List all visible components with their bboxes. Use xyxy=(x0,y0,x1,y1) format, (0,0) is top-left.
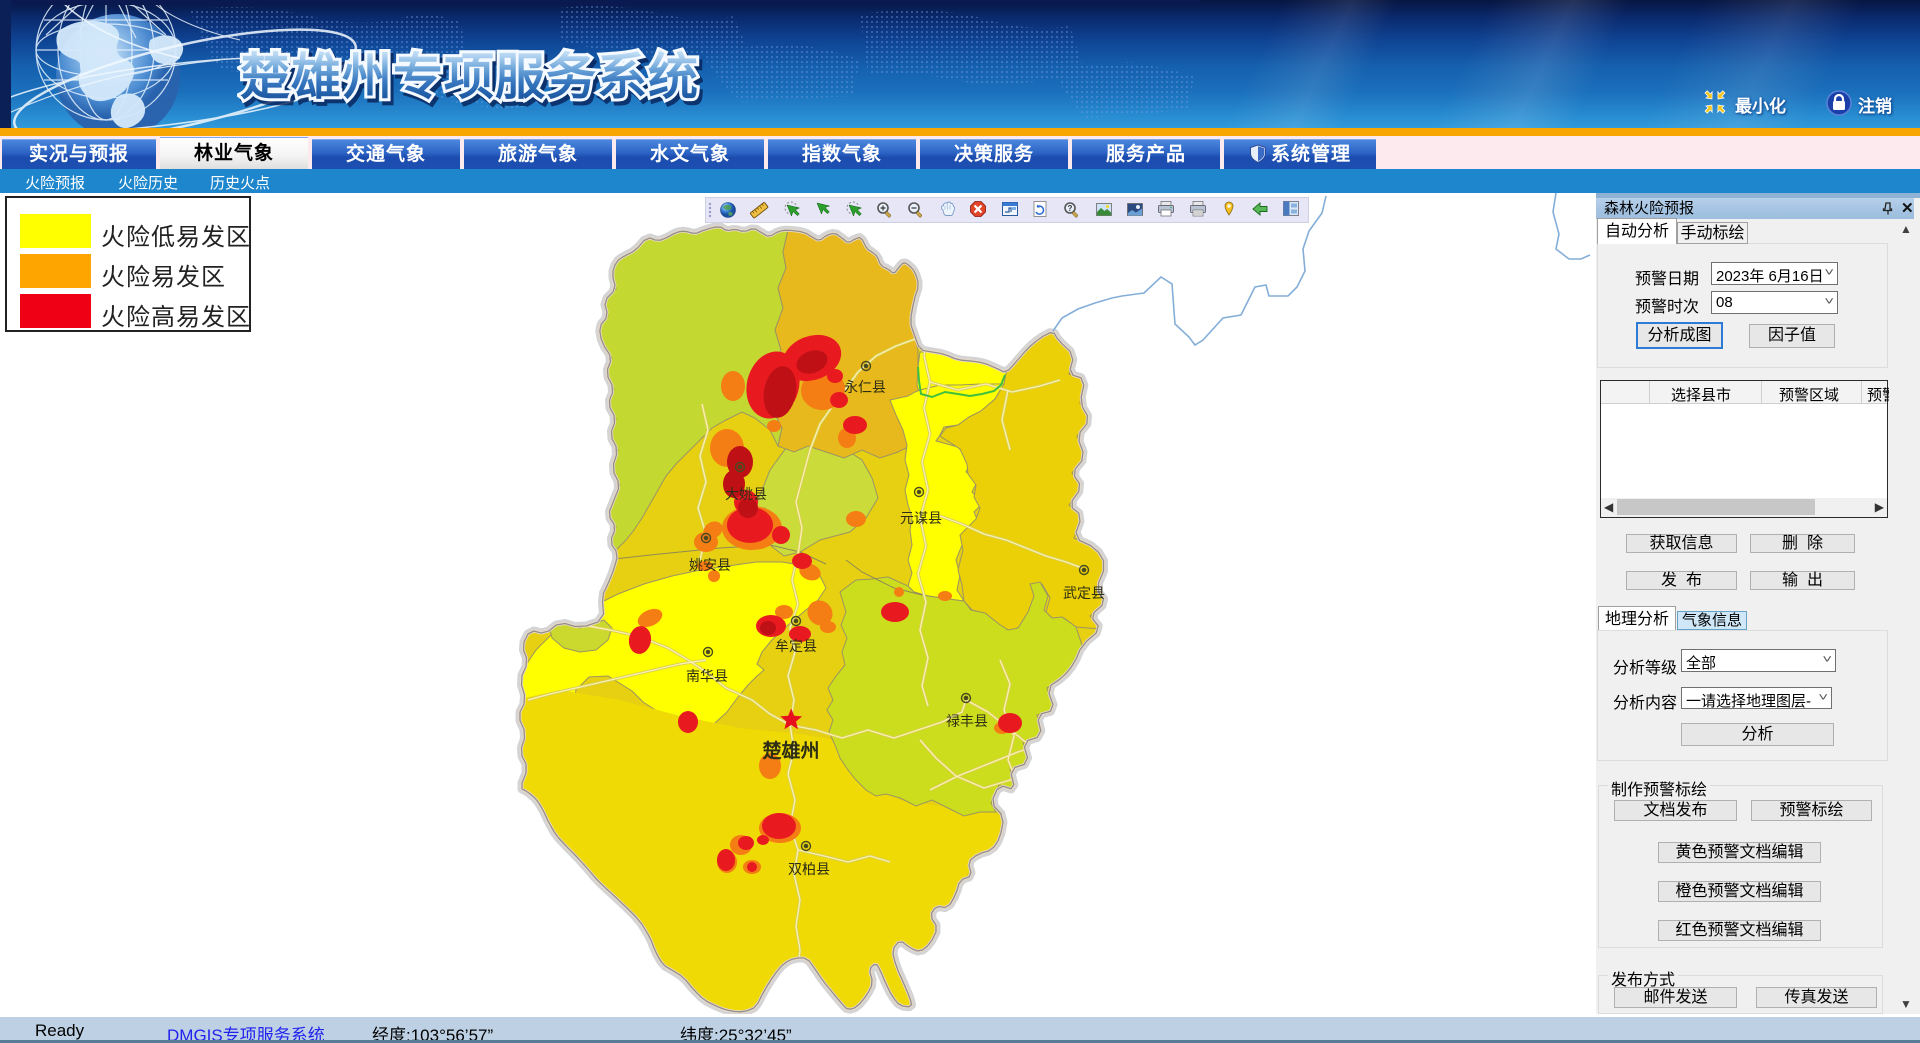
svg-text:楚雄州: 楚雄州 xyxy=(762,739,819,762)
svg-text:姚安县: 姚安县 xyxy=(689,558,731,574)
svg-text:永仁县: 永仁县 xyxy=(844,380,886,396)
svg-text:双柏县: 双柏县 xyxy=(788,862,830,878)
svg-text:南华县: 南华县 xyxy=(686,669,728,685)
svg-text:?: ? xyxy=(1068,204,1073,213)
svg-text:武定县: 武定县 xyxy=(1063,586,1105,602)
svg-text:大姚县: 大姚县 xyxy=(725,487,767,503)
svg-text:牟定县: 牟定县 xyxy=(775,639,817,655)
svg-text:元谋县: 元谋县 xyxy=(900,511,942,527)
svg-text:禄丰县: 禄丰县 xyxy=(946,714,988,730)
